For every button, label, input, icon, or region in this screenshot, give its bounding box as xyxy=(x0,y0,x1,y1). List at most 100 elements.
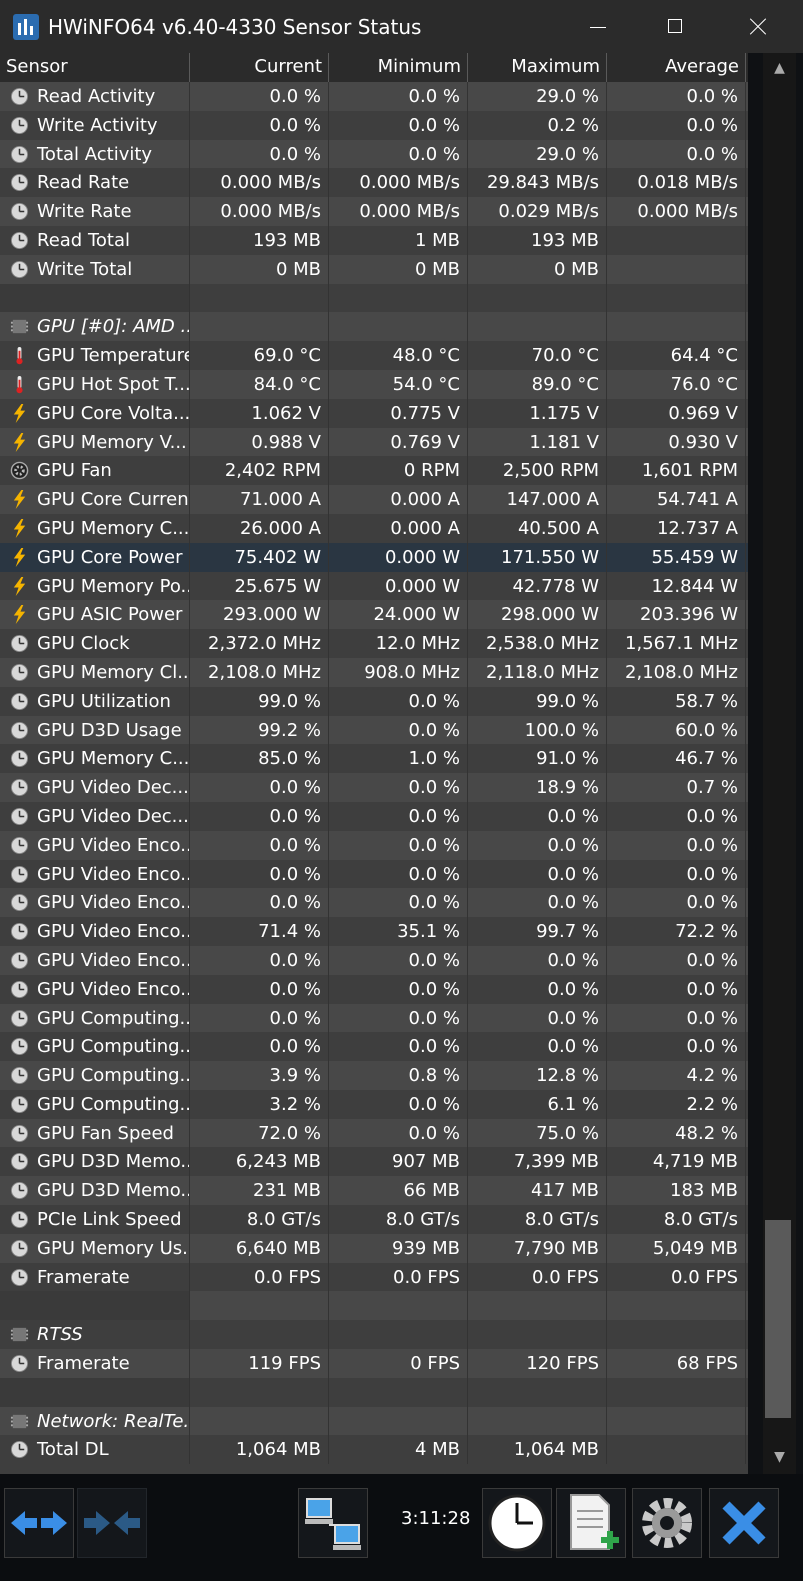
sensor-row[interactable]: GPU Memory Po... 25.675 W 0.000 W 42.778 W1… xyxy=(0,571,748,601)
maximize-button[interactable] xyxy=(638,0,718,53)
sensor-row[interactable]: GPU D3D Usage 99.2 % 0.0 % 100.0 % 60.0 % xyxy=(0,715,748,745)
sensor-row[interactable]: Write Activity 0.0 % 0.0 % 0.2 % 0.0 % xyxy=(0,110,748,140)
sensor-group-row[interactable]: GPU [#0]: AMD ... xyxy=(0,312,748,342)
value-max: 0.0 % xyxy=(468,830,607,860)
sensor-row[interactable]: GPU Fan Speed 72.0 % 0.0 % 75.0 % 48.2 % xyxy=(0,1118,748,1148)
sensor-label: GPU Memory C... xyxy=(37,748,190,770)
sensor-row[interactable]: GPU Core Power 75.402 W 0.000 W 171.550 W 55… xyxy=(0,542,748,572)
sensor-name-cell: Write Total xyxy=(0,254,190,284)
sensor-row[interactable]: GPU Video Enco... 0.0 % 0.0 % 0.0 % 0.0 % xyxy=(0,945,748,975)
value-max: 75.0 % xyxy=(468,1118,607,1148)
sensor-row[interactable]: GPU Memory V... 0.988 V 0.769 V 1.181 V 0.93… xyxy=(0,427,748,457)
double-arrow-expand-icon xyxy=(11,1511,67,1535)
sensor-row[interactable]: Framerate 119 FPS 0 FPS 120 FPS 68 FPS xyxy=(0,1349,748,1378)
value-current: 231 MB xyxy=(190,1176,329,1206)
value-max: 100.0 % xyxy=(468,715,607,745)
scroll-thumb[interactable] xyxy=(765,1220,791,1418)
value-avg: 58.7 % xyxy=(607,686,746,716)
sensor-row[interactable]: GPU ASIC Power 293.000 W 24.000 W 298.000 W… xyxy=(0,600,748,630)
sensor-name-cell: GPU Video Dec... xyxy=(0,801,190,831)
sensor-row[interactable]: Write Rate 0.000 MB/s 0.000 MB/s 0.029 MB/s… xyxy=(0,197,748,226)
value-min: 939 MB xyxy=(329,1233,468,1263)
sensor-label: GPU Computing... xyxy=(37,1065,190,1087)
sensor-row[interactable]: Total Activity 0.0 % 0.0 % 29.0 % 0.0 % xyxy=(0,139,748,169)
sensor-name-cell: Framerate xyxy=(0,1262,190,1292)
sensor-label: GPU Computing... xyxy=(37,1093,190,1115)
sensor-row[interactable]: GPU Fan 2,402 RPM 0 RPM 2,500 RPM 1,601 RPM xyxy=(0,456,748,486)
sensor-row[interactable]: Read Total 193 MB 1 MB 193 MB xyxy=(0,225,748,255)
sensor-row[interactable]: GPU Clock 2,372.0 MHz 12.0 MHz 2,538.0 MHz 1… xyxy=(0,629,748,658)
close-window-button[interactable] xyxy=(718,0,798,53)
sensor-row[interactable]: GPU Computing... 0.0 % 0.0 % 0.0 % 0.0 % xyxy=(0,1032,748,1062)
reset-timer-button[interactable] xyxy=(482,1488,552,1558)
sensor-name-cell: Framerate xyxy=(0,1349,190,1378)
value-avg: 4,719 MB xyxy=(607,1147,746,1177)
value-max: 18.9 % xyxy=(468,773,607,802)
column-header-maximum[interactable]: Maximum xyxy=(468,53,607,82)
value-current: 0.0 % xyxy=(190,1003,329,1033)
sensor-row[interactable]: GPU D3D Memo... 6,243 MB 907 MB 7,399 MB 4,7… xyxy=(0,1147,748,1177)
sensor-row[interactable]: GPU Computing... 3.9 % 0.8 % 12.8 % 4.2 % xyxy=(0,1061,748,1090)
value-max: 40.500 A xyxy=(468,513,607,543)
value-max xyxy=(468,283,607,313)
settings-button[interactable] xyxy=(632,1488,702,1558)
collapse-columns-button[interactable] xyxy=(77,1488,147,1558)
sensor-row[interactable]: Read Activity 0.0 % 0.0 % 29.0 % 0.0 % xyxy=(0,82,748,111)
sensor-row[interactable]: Total DL 1,064 MB 4 MB 1,064 MB xyxy=(0,1435,748,1465)
logging-start-button[interactable] xyxy=(556,1488,626,1558)
sensor-group-row[interactable]: Network: RealTe... xyxy=(0,1406,748,1436)
column-header-average[interactable]: Average xyxy=(607,53,746,82)
sensor-row[interactable]: PCIe Link Speed 8.0 GT/s 8.0 GT/s 8.0 GT/s 8… xyxy=(0,1205,748,1234)
sensor-name-cell: GPU Video Enco... xyxy=(0,945,190,975)
scroll-down-arrow-icon[interactable]: ▼ xyxy=(763,1447,796,1467)
sensor-row[interactable]: GPU Utilization 99.0 % 0.0 % 99.0 % 58.7 % xyxy=(0,686,748,716)
value-min: 0.000 MB/s xyxy=(329,197,468,226)
sensor-row[interactable]: GPU Video Enco... 0.0 % 0.0 % 0.0 % 0.0 % xyxy=(0,888,748,918)
sensor-row[interactable]: GPU Computing... 3.2 % 0.0 % 6.1 % 2.2 % xyxy=(0,1089,748,1119)
new-log-document-icon xyxy=(570,1494,619,1550)
sensor-row[interactable]: GPU Memory C... 85.0 % 1.0 % 91.0 % 46.7 % xyxy=(0,744,748,774)
value-min: 0.0 % xyxy=(329,110,468,140)
sensor-row[interactable]: GPU Core Volta... 1.062 V 0.775 V 1.175 V 0.… xyxy=(0,398,748,428)
value-max: 2,118.0 MHz xyxy=(468,657,607,687)
sensor-row[interactable]: GPU Video Dec... 0.0 % 0.0 % 18.9 % 0.7 % xyxy=(0,773,748,802)
sensor-row[interactable]: GPU Video Enco... 0.0 % 0.0 % 0.0 % 0.0 % xyxy=(0,974,748,1004)
sensor-row[interactable]: GPU Video Enco... 71.4 % 35.1 % 99.7 % 72.2 … xyxy=(0,917,748,946)
sensor-row[interactable]: GPU Hot Spot T... 84.0 °C 54.0 °C 89.0 °C 76… xyxy=(0,369,748,399)
network-button[interactable] xyxy=(298,1488,368,1558)
minimize-button[interactable] xyxy=(560,0,640,53)
column-header-current[interactable]: Current xyxy=(190,53,329,82)
sensor-row[interactable]: GPU Video Dec... 0.0 % 0.0 % 0.0 % 0.0 % xyxy=(0,801,748,831)
value-min: 0.0 % xyxy=(329,139,468,169)
close-sensors-button[interactable] xyxy=(709,1488,779,1558)
sensor-group-row[interactable]: RTSS xyxy=(0,1320,748,1350)
sensor-row[interactable]: GPU Memory Cl... 2,108.0 MHz 908.0 MHz 2,11… xyxy=(0,657,748,687)
value-min: 0.0 % xyxy=(329,859,468,889)
expand-columns-button[interactable] xyxy=(4,1488,74,1558)
value-min: 1 MB xyxy=(329,225,468,255)
vertical-scrollbar[interactable]: ▲ ▼ xyxy=(763,53,796,1474)
sensor-label: GPU Video Enco... xyxy=(37,921,190,943)
column-header-minimum[interactable]: Minimum xyxy=(329,53,468,82)
sensor-row[interactable]: Write Total 0 MB 0 MB 0 MB xyxy=(0,254,748,284)
value-avg: 0.7 % xyxy=(607,773,746,802)
sensor-row[interactable]: GPU Video Enco... 0.0 % 0.0 % 0.0 % 0.0 % xyxy=(0,859,748,889)
value-min: 0.000 W xyxy=(329,542,468,572)
sensor-row[interactable]: GPU Video Enco... 0.0 % 0.0 % 0.0 % 0.0 % xyxy=(0,830,748,860)
sensor-row[interactable]: GPU Core Current 71.000 A 0.000 A 147.000 A… xyxy=(0,485,748,514)
value-current: 99.0 % xyxy=(190,686,329,716)
sensor-row[interactable]: GPU Computing... 0.0 % 0.0 % 0.0 % 0.0 % xyxy=(0,1003,748,1033)
column-header-sensor[interactable]: Sensor xyxy=(0,53,190,82)
sensor-row[interactable]: GPU D3D Memo... 231 MB 66 MB 417 MB 183 MB xyxy=(0,1176,748,1206)
sensor-row[interactable]: GPU Temperature 69.0 °C 48.0 °C 70.0 °C 64.4… xyxy=(0,341,748,370)
sensor-row[interactable]: GPU Memory Us... 6,640 MB 939 MB 7,790 MB 5,… xyxy=(0,1233,748,1263)
sensor-label: RTSS xyxy=(37,1324,83,1346)
value-avg xyxy=(607,1377,746,1407)
sensor-row[interactable]: Read Rate 0.000 MB/s 0.000 MB/s 29.843 MB/s… xyxy=(0,168,748,198)
value-min: 0.769 V xyxy=(329,427,468,457)
sensor-row[interactable]: GPU Memory C... 26.000 A 0.000 A 40.500 A 12… xyxy=(0,513,748,543)
value-max: 1.175 V xyxy=(468,398,607,428)
sensor-row[interactable]: Framerate 0.0 FPS 0.0 FPS 0.0 FPS 0.0 FPS xyxy=(0,1262,748,1292)
sensor-name-cell: GPU Video Dec... xyxy=(0,773,190,802)
scroll-up-arrow-icon[interactable]: ▲ xyxy=(763,58,796,78)
